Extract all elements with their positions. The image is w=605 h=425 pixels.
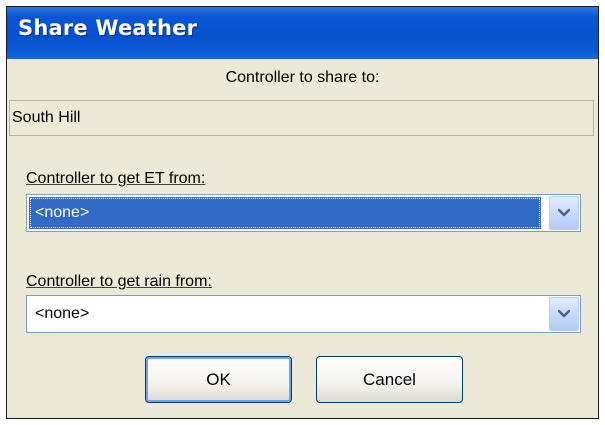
cancel-button[interactable]: Cancel (316, 356, 463, 403)
share-target-value: South Hill (12, 109, 81, 126)
rain-source-dropdown-button[interactable] (549, 297, 579, 331)
share-weather-dialog: Share Weather Controller to share to: So… (6, 6, 599, 419)
dialog-title: Share Weather (18, 16, 198, 40)
rain-source-label: Controller to get rain from: (26, 273, 212, 290)
share-target-field: South Hill (9, 100, 594, 136)
chevron-down-icon (558, 309, 570, 318)
et-source-label: Controller to get ET from: (26, 170, 206, 187)
ok-button[interactable]: OK (145, 356, 292, 403)
rain-source-value[interactable]: <none> (29, 298, 541, 330)
chevron-down-icon (558, 208, 570, 217)
title-bar[interactable]: Share Weather (7, 7, 598, 59)
rain-source-select[interactable]: <none> (26, 295, 581, 333)
et-source-dropdown-button[interactable] (549, 196, 579, 230)
share-to-caption: Controller to share to: (225, 69, 380, 86)
et-source-value[interactable]: <none> (29, 197, 541, 229)
et-source-select[interactable]: <none> (26, 194, 581, 232)
